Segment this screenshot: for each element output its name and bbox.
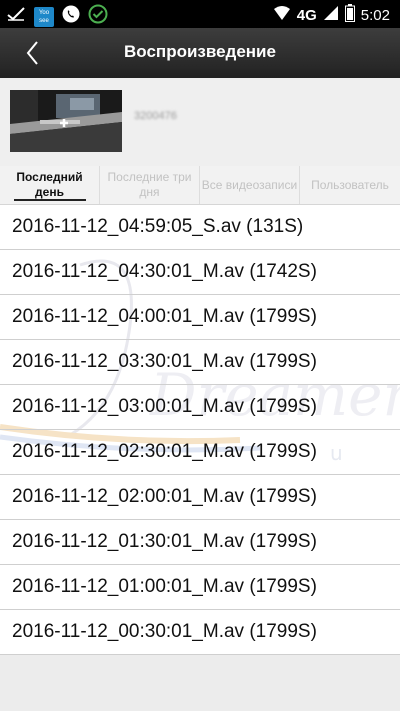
tab-last-three-days-label: Последние три дня <box>107 170 192 199</box>
yoosee-icon: Yoo see <box>34 6 54 27</box>
recording-row[interactable]: 2016-11-12_02:00:01_M.av (1799S) <box>0 475 400 520</box>
check-circle-icon <box>88 4 108 29</box>
tab-bar: Последний день Последние три дня Все вид… <box>0 166 400 205</box>
app-header: Воспроизведение <box>0 28 400 78</box>
recording-row[interactable]: 2016-11-12_03:00:01_M.av (1799S) <box>0 385 400 430</box>
device-row[interactable]: 3200476 <box>0 78 400 167</box>
signal-icon <box>323 5 339 25</box>
wifi-icon <box>273 5 291 25</box>
network-type: 4G <box>296 6 317 24</box>
recording-label: 2016-11-12_01:30:01_M.av (1799S) <box>12 531 317 552</box>
device-name: 3200476 <box>134 110 177 122</box>
status-bar: Yoo see 4G 5:02 <box>0 0 400 28</box>
recording-label: 2016-11-12_03:30:01_M.av (1799S) <box>12 351 317 372</box>
status-left-icons: Yoo see <box>6 4 108 29</box>
recording-label: 2016-11-12_02:30:01_M.av (1799S) <box>12 441 317 462</box>
recording-row[interactable]: 2016-11-12_04:00:01_M.av (1799S) <box>0 295 400 340</box>
recording-label: 2016-11-12_04:59:05_S.av (131S) <box>12 216 304 237</box>
battery-icon <box>344 4 355 26</box>
tab-last-day[interactable]: Последний день <box>0 166 100 204</box>
page-title: Воспроизведение <box>124 42 276 61</box>
recording-list: Dreamers u 2016-11-12_04:59:05_S.av (131… <box>0 205 400 655</box>
recording-row[interactable]: 2016-11-12_04:59:05_S.av (131S) <box>0 205 400 250</box>
check-icon <box>6 5 26 28</box>
tab-all-recordings[interactable]: Все видеозаписи <box>200 166 300 204</box>
recording-label: 2016-11-12_04:00:01_M.av (1799S) <box>12 306 317 327</box>
recording-label: 2016-11-12_01:00:01_M.av (1799S) <box>12 576 317 597</box>
tab-last-three-days[interactable]: Последние три дня <box>100 166 200 204</box>
recording-row[interactable]: 2016-11-12_02:30:01_M.av (1799S) <box>0 430 400 475</box>
recording-row[interactable]: 2016-11-12_00:30:01_M.av (1799S) <box>0 610 400 655</box>
clock: 5:02 <box>360 6 390 24</box>
status-right-icons: 4G 5:02 <box>273 4 390 26</box>
camera-thumbnail[interactable] <box>10 90 122 152</box>
phone-icon <box>62 5 80 28</box>
tab-custom-label: Пользователь <box>311 177 389 192</box>
recording-label: 2016-11-12_00:30:01_M.av (1799S) <box>12 621 317 642</box>
recording-label: 2016-11-12_04:30:01_M.av (1742S) <box>12 261 317 282</box>
recording-label: 2016-11-12_03:00:01_M.av (1799S) <box>12 396 317 417</box>
recording-row[interactable]: 2016-11-12_04:30:01_M.av (1742S) <box>0 250 400 295</box>
recording-label: 2016-11-12_02:00:01_M.av (1799S) <box>12 486 317 507</box>
recording-row[interactable]: 2016-11-12_03:30:01_M.av (1799S) <box>0 340 400 385</box>
tab-custom[interactable]: Пользователь <box>300 166 400 204</box>
recording-row[interactable]: 2016-11-12_01:30:01_M.av (1799S) <box>0 520 400 565</box>
tab-all-recordings-label: Все видеозаписи <box>201 177 298 192</box>
active-tab-indicator <box>14 199 86 201</box>
recording-row[interactable]: 2016-11-12_01:00:01_M.av (1799S) <box>0 565 400 610</box>
tab-last-day-label: Последний день <box>16 170 83 199</box>
